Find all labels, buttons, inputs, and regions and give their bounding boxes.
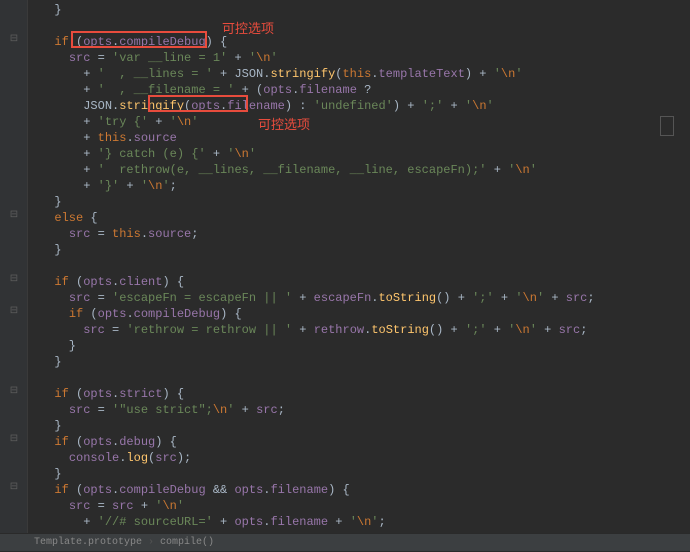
- code-line: else {: [40, 210, 690, 226]
- code-line: }: [40, 2, 690, 18]
- code-line: if (opts.compileDebug) {: [40, 34, 690, 50]
- fold-collapse-icon[interactable]: ⊟: [9, 275, 19, 285]
- code-line: console.log(src);: [40, 450, 690, 466]
- annotation-label: 可控选项: [222, 18, 274, 37]
- cursor-indicator: [660, 116, 674, 136]
- editor-gutter: ⊟ ⊟ ⊟ ⊟ ⊟ ⊟ ⊟: [0, 0, 28, 551]
- code-line: + '} catch (e) {' + '\n': [40, 146, 690, 162]
- code-line: JSON.stringify(opts.filename) : 'undefin…: [40, 98, 690, 114]
- code-line: if (opts.strict) {: [40, 386, 690, 402]
- annotation-label: 可控选项: [258, 114, 310, 133]
- breadcrumb-item[interactable]: compile(): [154, 537, 220, 548]
- code-line: + '//# sourceURL=' + opts.filename + '\n…: [40, 514, 690, 530]
- code-line: src = 'escapeFn = escapeFn || ' + escape…: [40, 290, 690, 306]
- code-line: src = '"use strict";\n' + src;: [40, 402, 690, 418]
- code-line: + '}' + '\n';: [40, 178, 690, 194]
- code-line: [40, 258, 690, 274]
- code-editor[interactable]: } if (opts.compileDebug) { src = 'var __…: [28, 0, 690, 530]
- code-line: [40, 370, 690, 386]
- code-line: src = src + '\n': [40, 498, 690, 514]
- breadcrumb[interactable]: Template.prototype›compile(): [0, 533, 690, 551]
- code-line: + 'try {' + '\n': [40, 114, 690, 130]
- code-line: if (opts.compileDebug && opts.filename) …: [40, 482, 690, 498]
- code-line: src = 'var __line = 1' + '\n': [40, 50, 690, 66]
- fold-collapse-icon[interactable]: ⊟: [9, 483, 19, 493]
- code-line: if (opts.debug) {: [40, 434, 690, 450]
- code-line: }: [40, 338, 690, 354]
- code-line: }: [40, 194, 690, 210]
- code-line: }: [40, 242, 690, 258]
- breadcrumb-item[interactable]: Template.prototype: [28, 537, 148, 548]
- fold-collapse-icon[interactable]: ⊟: [9, 211, 19, 221]
- code-line: + this.source: [40, 130, 690, 146]
- code-line: if (opts.compileDebug) {: [40, 306, 690, 322]
- code-line: [40, 18, 690, 34]
- code-line: if (opts.client) {: [40, 274, 690, 290]
- code-line: src = 'rethrow = rethrow || ' + rethrow.…: [40, 322, 690, 338]
- fold-collapse-icon[interactable]: ⊟: [9, 35, 19, 45]
- code-line: + ' , __lines = ' + JSON.stringify(this.…: [40, 66, 690, 82]
- fold-collapse-icon[interactable]: ⊟: [9, 387, 19, 397]
- fold-collapse-icon[interactable]: ⊟: [9, 307, 19, 317]
- code-line: }: [40, 354, 690, 370]
- code-line: + ' , __filename = ' + (opts.filename ?: [40, 82, 690, 98]
- fold-collapse-icon[interactable]: ⊟: [9, 435, 19, 445]
- code-line: + ' rethrow(e, __lines, __filename, __li…: [40, 162, 690, 178]
- code-line: }: [40, 418, 690, 434]
- code-line: src = this.source;: [40, 226, 690, 242]
- code-line: }: [40, 466, 690, 482]
